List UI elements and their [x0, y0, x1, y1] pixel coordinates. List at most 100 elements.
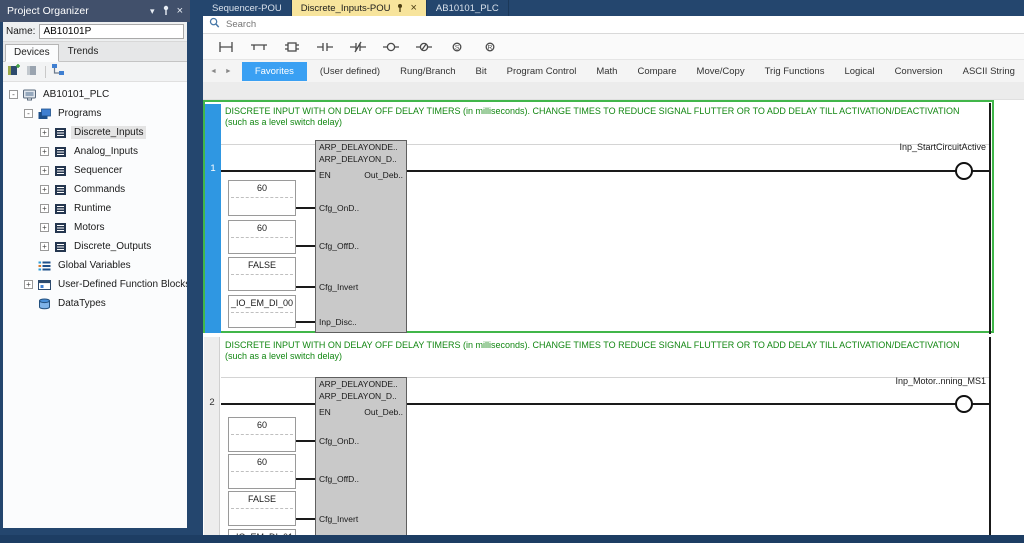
set-coil-icon[interactable]: S	[447, 40, 467, 54]
rung-1-margin[interactable]	[205, 104, 221, 333]
coil-negated-icon[interactable]	[414, 40, 434, 54]
contact-icon[interactable]	[315, 40, 335, 54]
category-program-control[interactable]: Program Control	[497, 63, 587, 80]
category-bit[interactable]: Bit	[466, 63, 497, 80]
operand-box[interactable]: _IO_EM_DI_00	[228, 295, 296, 328]
block-input-pin: Inp_Disc..	[319, 317, 357, 327]
doc-tab-discrete-inputs-pou[interactable]: Discrete_Inputs-POU ×	[292, 0, 427, 16]
expand-icon[interactable]: +	[40, 242, 49, 251]
operand-box[interactable]: 60	[228, 417, 296, 452]
tree-item-controller[interactable]: - AB10101_PLC	[3, 85, 187, 104]
add-device-secondary-icon[interactable]	[26, 63, 40, 81]
pin-wire	[296, 245, 315, 247]
tree-item-discrete-inputs[interactable]: + Discrete_Inputs	[3, 123, 187, 142]
block-instance-name: ARP_DELAYONDE..	[316, 141, 406, 153]
category-logical[interactable]: Logical	[834, 63, 884, 80]
tree-item-label: Sequencer	[71, 164, 125, 177]
expand-icon[interactable]: +	[40, 185, 49, 194]
tree-item-discrete-outputs[interactable]: + Discrete_Outputs	[3, 237, 187, 256]
close-icon[interactable]: ×	[177, 5, 183, 17]
project-organizer-panel: Project Organizer ▾ × Name: Devices Tren…	[0, 0, 190, 543]
tree-item-udfb[interactable]: + User-Defined Function Blocks	[3, 275, 187, 294]
tree-item-analog-inputs[interactable]: + Analog_Inputs	[3, 142, 187, 161]
category-trig-functions[interactable]: Trig Functions	[755, 63, 835, 80]
tab-devices[interactable]: Devices	[5, 44, 59, 62]
doc-tab-sequencer-pou[interactable]: Sequencer-POU	[203, 0, 292, 16]
function-block-icon[interactable]	[282, 40, 302, 54]
rung-comment[interactable]: DISCRETE INPUT WITH ON DELAY OFF DELAY T…	[225, 340, 981, 362]
rung-comment[interactable]: DISCRETE INPUT WITH ON DELAY OFF DELAY T…	[225, 106, 981, 128]
expand-icon[interactable]: +	[40, 166, 49, 175]
pin-icon[interactable]	[162, 5, 170, 18]
operand-box[interactable]: FALSE	[228, 257, 296, 291]
category-math[interactable]: Math	[586, 63, 627, 80]
tree-item-sequencer[interactable]: + Sequencer	[3, 161, 187, 180]
operand-box[interactable]: 60	[228, 454, 296, 489]
branch-icon[interactable]	[249, 40, 269, 54]
tree-item-runtime[interactable]: + Runtime	[3, 199, 187, 218]
collapse-icon[interactable]: -	[24, 109, 33, 118]
tree-item-programs[interactable]: - Programs	[3, 104, 187, 123]
add-device-icon[interactable]	[7, 63, 21, 81]
program-icon	[53, 127, 68, 139]
operand-box[interactable]: 60	[228, 180, 296, 216]
block-input-pin: Cfg_OnD..	[319, 436, 359, 446]
expand-icon[interactable]: +	[40, 128, 49, 137]
rung-icon[interactable]	[216, 40, 236, 54]
category-conversion[interactable]: Conversion	[885, 63, 953, 80]
operand-divider	[231, 274, 293, 275]
pin-icon[interactable]	[396, 3, 404, 13]
category-compare[interactable]: Compare	[627, 63, 686, 80]
collapse-icon[interactable]: -	[9, 90, 18, 99]
pin-wire	[296, 440, 315, 442]
operand-divider	[231, 471, 293, 472]
tree-item-label: Discrete_Inputs	[71, 126, 146, 139]
svg-text:R: R	[488, 44, 493, 51]
category-favorites[interactable]: Favorites	[242, 62, 307, 81]
rung-2-margin[interactable]	[204, 337, 220, 535]
tree-item-commands[interactable]: + Commands	[3, 180, 187, 199]
device-hierarchy-icon[interactable]	[51, 63, 65, 81]
doc-tab-ab10101-plc[interactable]: AB10101_PLC	[427, 0, 509, 16]
doc-tab-label: Sequencer-POU	[212, 3, 282, 14]
output-coil[interactable]	[955, 395, 973, 413]
coil-operand-label[interactable]: Inp_StartCircuitActive	[756, 142, 986, 152]
contact-negated-icon[interactable]	[348, 40, 368, 54]
coil-operand-label[interactable]: Inp_Motor..nning_MS1	[756, 376, 986, 386]
expand-icon[interactable]: +	[24, 280, 33, 289]
reset-coil-icon[interactable]: R	[480, 40, 500, 54]
category-ascii-string[interactable]: ASCII String	[953, 63, 1024, 80]
output-coil[interactable]	[955, 162, 973, 180]
tree-item-global-variables[interactable]: Global Variables	[3, 256, 187, 275]
window-menu-icon[interactable]: ▾	[150, 6, 155, 17]
expand-icon[interactable]: +	[40, 147, 49, 156]
program-icon	[53, 241, 68, 253]
tree-item-label: Analog_Inputs	[71, 145, 141, 158]
tree-item-motors[interactable]: + Motors	[3, 218, 187, 237]
operand-divider	[231, 508, 293, 509]
tree-item-datatypes[interactable]: DataTypes	[3, 294, 187, 313]
category-scroll-arrows[interactable]: ◄ ►	[203, 68, 242, 75]
category-rung-branch[interactable]: Rung/Branch	[390, 63, 465, 80]
device-name-input[interactable]	[39, 24, 184, 39]
coil-icon[interactable]	[381, 40, 401, 54]
close-icon[interactable]: ×	[410, 2, 416, 14]
function-block[interactable]: ARP_DELAYONDE.. ARP_DELAYON_D.. EN Out_D…	[315, 140, 407, 333]
operand-box[interactable]: 60	[228, 220, 296, 254]
tree-item-label: Programs	[55, 107, 104, 120]
operand-box[interactable]: FALSE	[228, 491, 296, 526]
toolbox-category-strip: ◄ ► Favorites (User defined) Rung/Branch…	[203, 60, 1024, 82]
search-input[interactable]	[226, 19, 626, 30]
pin-wire	[296, 286, 315, 288]
expand-icon[interactable]: +	[40, 204, 49, 213]
device-tree: - AB10101_PLC - Programs + Discrete_Inpu…	[3, 82, 187, 525]
category-user-defined[interactable]: (User defined)	[310, 63, 390, 80]
tab-trends[interactable]: Trends	[59, 43, 108, 61]
operand-value: FALSE	[229, 492, 295, 506]
category-move-copy[interactable]: Move/Copy	[687, 63, 755, 80]
function-block[interactable]: ARP_DELAYONDE.. ARP_DELAYON_D.. EN Out_D…	[315, 377, 407, 535]
block-input-pin: Cfg_Invert	[319, 282, 358, 292]
expand-icon[interactable]: +	[40, 223, 49, 232]
tree-item-label: Motors	[71, 221, 108, 234]
block-input-pin: Cfg_OffD..	[319, 241, 359, 251]
